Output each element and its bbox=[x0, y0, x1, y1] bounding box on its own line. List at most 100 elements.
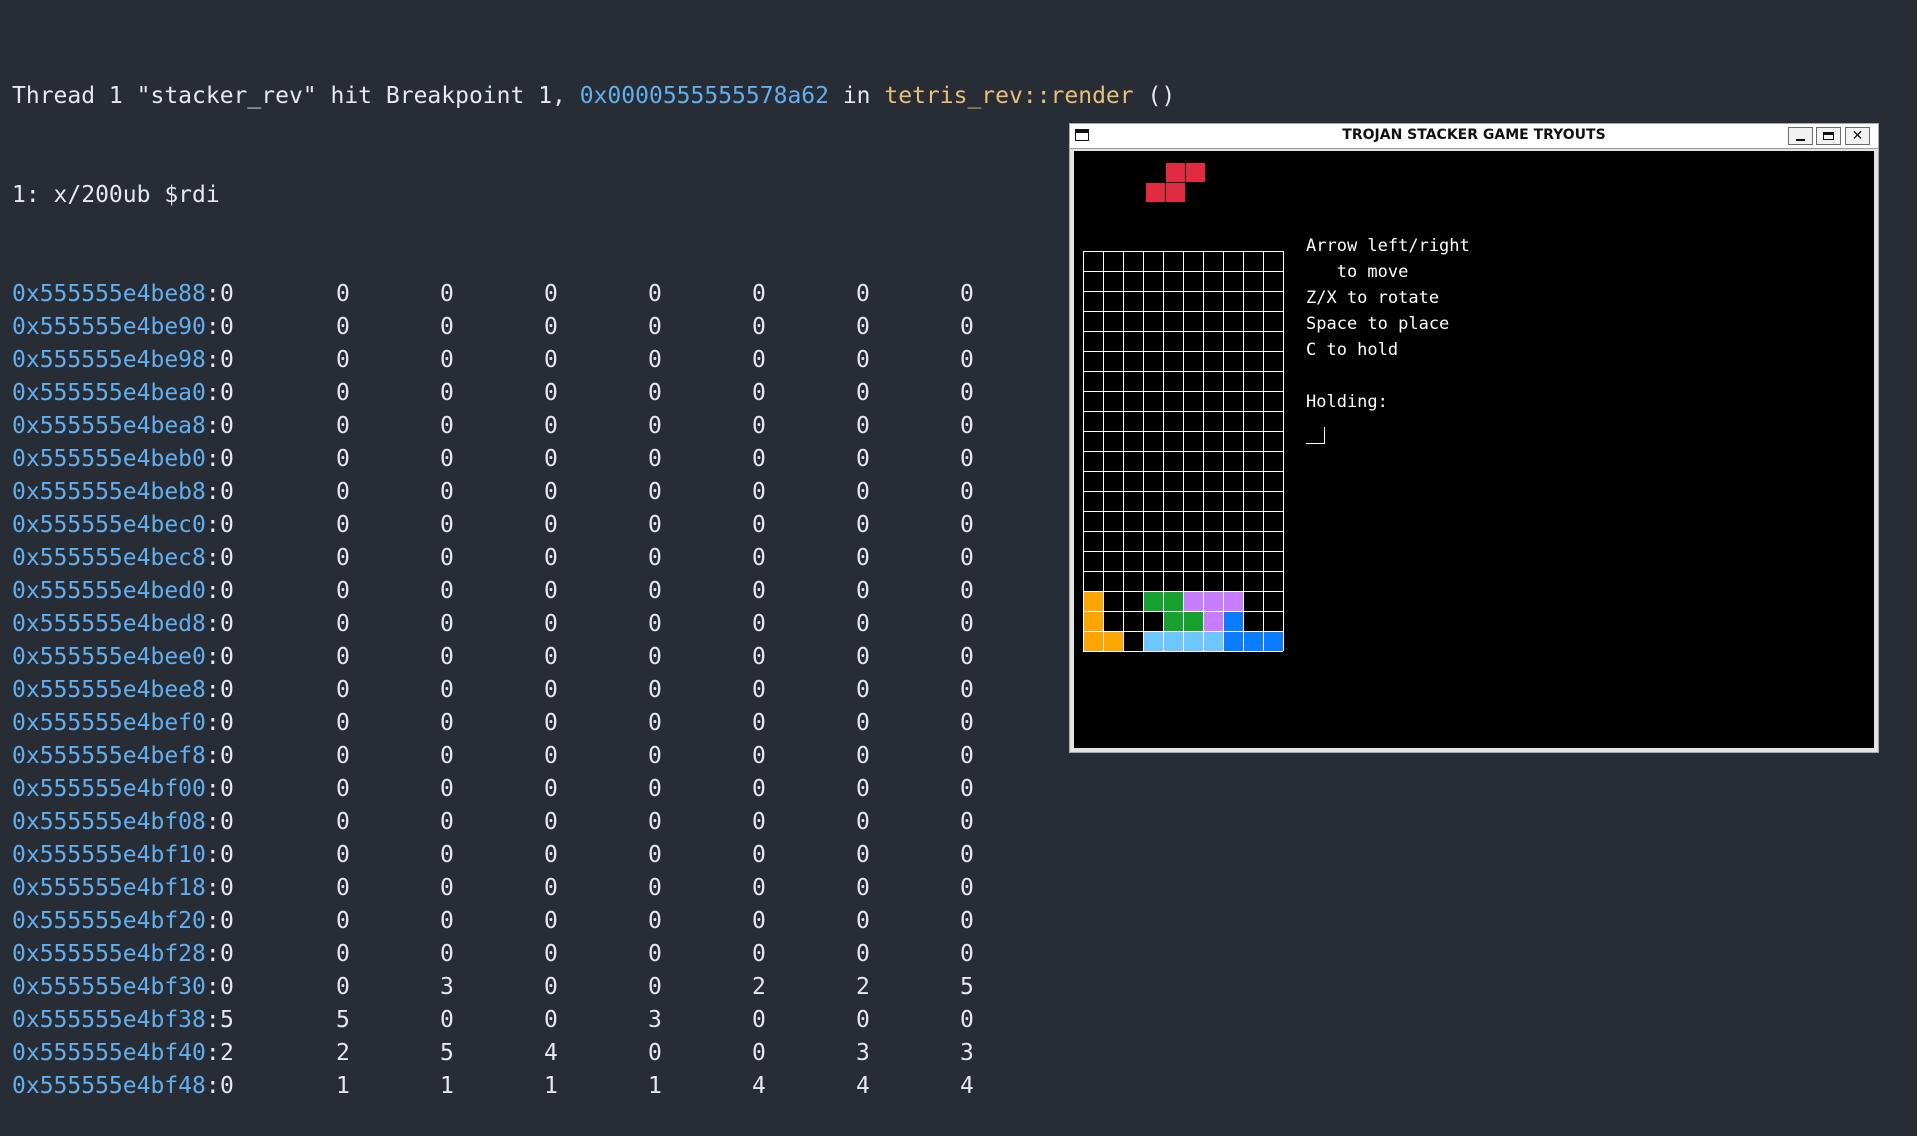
memory-address: 0x555555e4bf10: bbox=[12, 842, 220, 868]
memory-byte: 0 bbox=[336, 809, 350, 835]
memory-byte: 0 bbox=[220, 545, 234, 571]
memory-address: 0x555555e4bf28: bbox=[12, 941, 220, 967]
memory-byte: 3 bbox=[960, 1040, 974, 1066]
memory-address: 0x555555e4bef8: bbox=[12, 743, 220, 769]
board-block bbox=[1083, 591, 1103, 611]
help-line: Holding: bbox=[1306, 392, 1388, 412]
grid-line bbox=[1083, 311, 1283, 312]
memory-address-value: 0x555555e4bf10 bbox=[12, 842, 206, 868]
memory-byte: 0 bbox=[336, 314, 350, 340]
memory-byte: 4 bbox=[960, 1073, 974, 1099]
memory-address: 0x555555e4bee8: bbox=[12, 677, 220, 703]
board-block bbox=[1203, 611, 1223, 631]
memory-address-value: 0x555555e4bf48 bbox=[12, 1073, 206, 1099]
memory-byte: 0 bbox=[220, 941, 234, 967]
board-block bbox=[1163, 611, 1183, 631]
memory-byte: 0 bbox=[752, 1007, 766, 1033]
memory-byte: 0 bbox=[220, 644, 234, 670]
grid-line bbox=[1083, 371, 1283, 372]
memory-address-value: 0x555555e4bf20 bbox=[12, 908, 206, 934]
memory-byte: 0 bbox=[336, 743, 350, 769]
memory-byte: 0 bbox=[336, 347, 350, 373]
memory-byte: 0 bbox=[440, 842, 454, 868]
breakpoint-address: 0x0000555555578a62 bbox=[579, 83, 829, 109]
memory-byte: 0 bbox=[856, 347, 870, 373]
memory-byte: 0 bbox=[752, 512, 766, 538]
memory-row: 0x555555e4bf20: 0 0 0 0 0 0 0 0 bbox=[12, 905, 1175, 938]
memory-byte: 0 bbox=[220, 314, 234, 340]
memory-dump: 0x555555e4be88: 0 0 0 0 0 0 0 0 0x555555e4be90: 0 0… bbox=[12, 278, 1175, 1103]
memory-byte: 0 bbox=[648, 512, 662, 538]
memory-row: 0x555555e4bf38: 5 5 0 0 3 0 0 0 bbox=[12, 1004, 1175, 1037]
grid-line bbox=[1083, 351, 1283, 352]
memory-address-value: 0x555555e4bea0 bbox=[12, 380, 206, 406]
memory-byte: 0 bbox=[336, 281, 350, 307]
memory-byte: 0 bbox=[856, 908, 870, 934]
memory-byte: 0 bbox=[336, 479, 350, 505]
memory-byte: 0 bbox=[752, 908, 766, 934]
memory-address-value: 0x555555e4bee0 bbox=[12, 644, 206, 670]
memory-byte: 4 bbox=[544, 1040, 558, 1066]
memory-byte: 0 bbox=[752, 743, 766, 769]
memory-byte: 3 bbox=[856, 1040, 870, 1066]
memory-row: 0x555555e4bf30: 0 0 3 0 0 2 2 5 bbox=[12, 971, 1175, 1004]
memory-byte: 0 bbox=[544, 776, 558, 802]
memory-byte: 0 bbox=[856, 1007, 870, 1033]
memory-byte: 0 bbox=[752, 578, 766, 604]
memory-address: 0x555555e4be90: bbox=[12, 314, 220, 340]
memory-byte: 0 bbox=[648, 941, 662, 967]
memory-byte: 0 bbox=[752, 677, 766, 703]
memory-byte: 0 bbox=[856, 380, 870, 406]
grid-line bbox=[1083, 291, 1283, 292]
memory-byte: 1 bbox=[648, 1073, 662, 1099]
memory-byte: 0 bbox=[336, 677, 350, 703]
memory-row: 0x555555e4be88: 0 0 0 0 0 0 0 0 bbox=[12, 278, 1175, 311]
memory-address-value: 0x555555e4bed8 bbox=[12, 611, 206, 637]
help-line bbox=[1306, 363, 1470, 389]
memory-byte: 3 bbox=[648, 1007, 662, 1033]
close-button[interactable]: ✕ bbox=[1845, 127, 1870, 145]
grid-line bbox=[1083, 591, 1283, 592]
memory-byte: 0 bbox=[960, 908, 974, 934]
memory-byte: 0 bbox=[648, 314, 662, 340]
memory-byte: 0 bbox=[960, 545, 974, 571]
terminal: Thread 1 "stacker_rev" hit Breakpoint 1,… bbox=[12, 14, 1175, 1136]
memory-byte: 0 bbox=[336, 974, 350, 1000]
memory-byte: 0 bbox=[856, 941, 870, 967]
game-canvas[interactable]: Arrow left/right to move Z/X to rotate Spa… bbox=[1074, 151, 1874, 748]
memory-byte: 0 bbox=[648, 875, 662, 901]
memory-row: 0x555555e4bea0: 0 0 0 0 0 0 0 0 bbox=[12, 377, 1175, 410]
memory-byte: 0 bbox=[220, 1073, 234, 1099]
memory-byte: 1 bbox=[544, 1073, 558, 1099]
maximize-button[interactable] bbox=[1816, 127, 1841, 145]
memory-byte: 0 bbox=[960, 776, 974, 802]
memory-byte: 0 bbox=[648, 974, 662, 1000]
memory-address-value: 0x555555e4bf38 bbox=[12, 1007, 206, 1033]
memory-row: 0x555555e4bed0: 0 0 0 0 0 0 0 0 bbox=[12, 575, 1175, 608]
memory-byte: 0 bbox=[336, 644, 350, 670]
memory-byte: 0 bbox=[544, 677, 558, 703]
memory-address: 0x555555e4beb0: bbox=[12, 446, 220, 472]
memory-address: 0x555555e4bf30: bbox=[12, 974, 220, 1000]
memory-byte: 0 bbox=[648, 677, 662, 703]
memory-byte: 0 bbox=[336, 413, 350, 439]
memory-address: 0x555555e4bea8: bbox=[12, 413, 220, 439]
memory-byte: 0 bbox=[856, 875, 870, 901]
window-titlebar[interactable]: TROJAN STACKER GAME TRYOUTS ✕ bbox=[1070, 124, 1878, 149]
memory-row: 0x555555e4beb0: 0 0 0 0 0 0 0 0 bbox=[12, 443, 1175, 476]
memory-byte: 0 bbox=[648, 743, 662, 769]
minimize-button[interactable] bbox=[1788, 127, 1813, 145]
memory-byte: 0 bbox=[440, 1007, 454, 1033]
memory-row: 0x555555e4bf18: 0 0 0 0 0 0 0 0 bbox=[12, 872, 1175, 905]
memory-address-value: 0x555555e4bf40 bbox=[12, 1040, 206, 1066]
memory-byte: 0 bbox=[960, 281, 974, 307]
memory-byte: 0 bbox=[960, 710, 974, 736]
memory-byte: 0 bbox=[544, 842, 558, 868]
memory-byte: 0 bbox=[220, 479, 234, 505]
memory-byte: 0 bbox=[440, 677, 454, 703]
memory-byte: 0 bbox=[544, 644, 558, 670]
grid-line bbox=[1083, 251, 1283, 252]
memory-byte: 0 bbox=[440, 347, 454, 373]
memory-byte: 0 bbox=[440, 446, 454, 472]
memory-byte: 0 bbox=[336, 908, 350, 934]
